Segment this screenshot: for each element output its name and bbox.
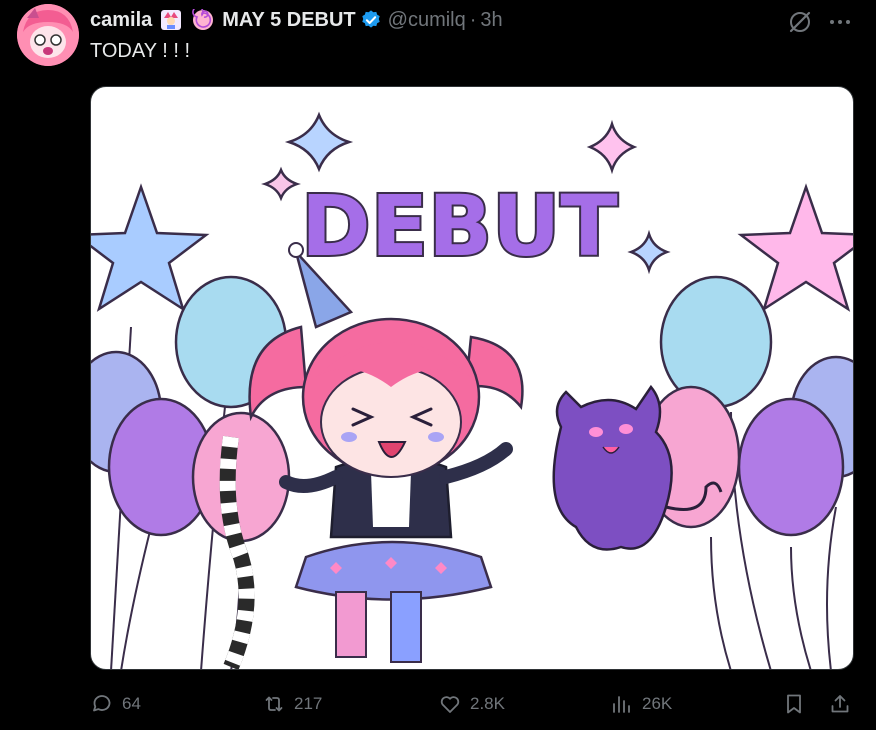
reply-count: 64 <box>122 694 141 713</box>
tweet-media-image[interactable]: DEBUT <box>90 86 854 670</box>
bookmark-icon <box>787 694 801 714</box>
tweet-header: camila MAY 5 DEBUT @cumilq · 3h <box>90 6 503 34</box>
repost-icon <box>265 696 283 712</box>
views-button[interactable]: 26K <box>610 686 672 722</box>
views-icon <box>613 696 630 713</box>
spiral-lollipop-emoji-icon <box>192 6 214 31</box>
tweet-timestamp[interactable]: 3h <box>480 9 502 32</box>
author-handle[interactable]: @cumilq <box>388 9 466 32</box>
repost-count: 217 <box>294 694 323 713</box>
grok-icon[interactable] <box>786 8 814 36</box>
reply-icon <box>93 695 111 712</box>
more-icon[interactable] <box>826 8 854 36</box>
debut-text: DEBUT <box>301 177 618 275</box>
like-count: 2.8K <box>470 694 505 713</box>
view-count: 26K <box>642 694 673 713</box>
header-separator: · <box>469 8 477 31</box>
bookmark-button[interactable] <box>782 686 806 722</box>
share-icon <box>831 695 849 713</box>
tweet-action-bar: 64 217 2.8K 26K <box>0 686 876 722</box>
share-button[interactable] <box>828 686 852 722</box>
author-name[interactable]: camila <box>90 9 152 32</box>
jester-emoji-icon <box>160 9 182 31</box>
verified-icon <box>360 9 382 31</box>
author-display-suffix[interactable]: MAY 5 DEBUT <box>222 9 355 32</box>
debut-illustration: DEBUT <box>91 111 853 669</box>
author-avatar[interactable] <box>17 4 79 66</box>
repost-button[interactable]: 217 <box>262 686 322 722</box>
avatar-image <box>17 4 79 66</box>
tweet-text: TODAY ! ! ! <box>90 40 191 62</box>
reply-button[interactable]: 64 <box>90 686 141 722</box>
like-button[interactable]: 2.8K <box>438 686 505 722</box>
like-icon <box>440 696 460 713</box>
